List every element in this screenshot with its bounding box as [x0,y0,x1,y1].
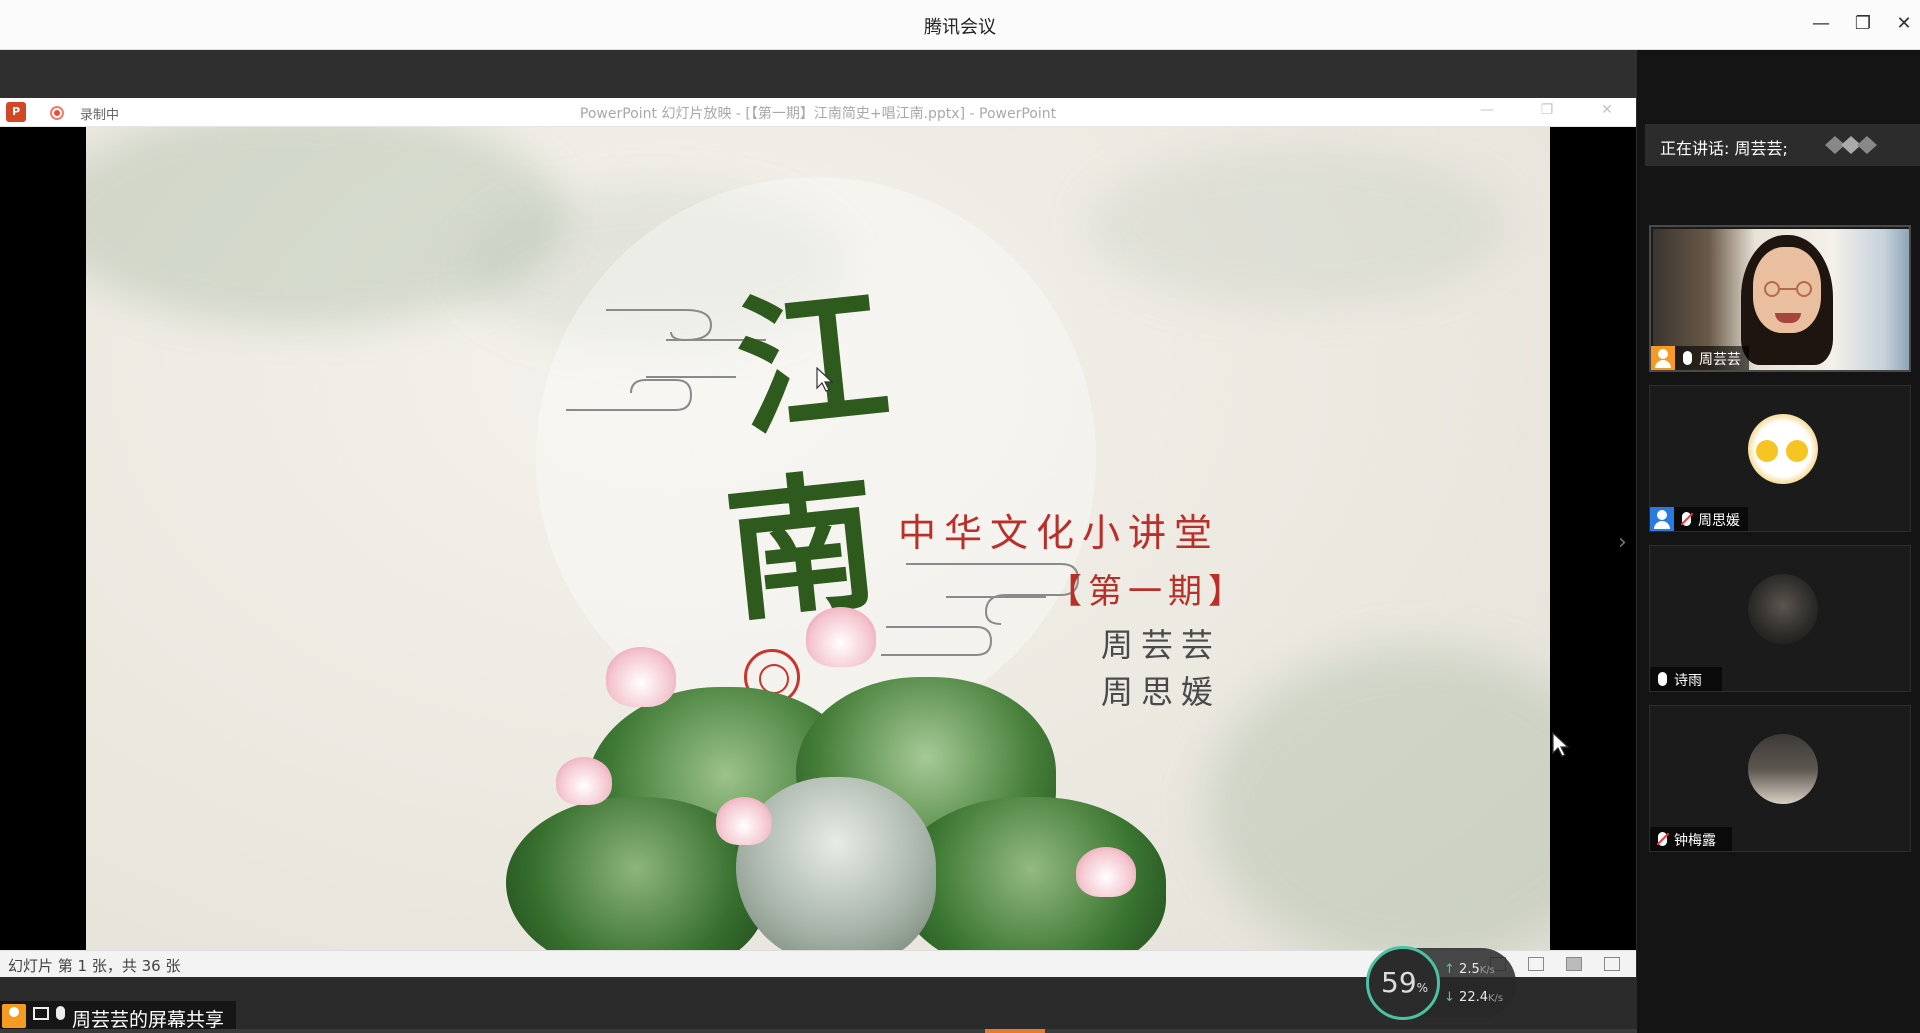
host-avatar-icon [2,1004,26,1028]
participant-tile[interactable]: 钟梅露 [1649,705,1911,852]
ppt-close-button[interactable]: ✕ [1594,102,1620,122]
participant-avatar [1748,574,1818,644]
microphone-icon [56,1006,65,1020]
microphone-muted-icon [1682,512,1691,526]
bottom-progress-strip [0,1029,1637,1033]
ppt-title-bar: P 录制中 PowerPoint 幻灯片放映 - [【第一期】江南简史+唱江南.… [0,98,1636,127]
network-percent: 59% [1381,966,1429,999]
microphone-icon [1658,672,1667,686]
slide-issue: 【第一期】 [1048,572,1248,612]
host-badge-icon [1651,346,1675,370]
microphone-muted-icon [1658,832,1667,846]
minimize-button[interactable]: — [1806,10,1836,38]
participant-label: 钟梅露 [1650,827,1732,851]
participant-label: 周思媛 [1650,507,1748,531]
screen-share-owner: 周芸芸的屏幕共享 [72,1009,225,1031]
participant-name: 诗雨 [1674,673,1702,689]
screen-share-label: 周芸芸的屏幕共享 [0,1001,236,1031]
participant-label: 诗雨 [1650,667,1722,691]
ppt-restore-button[interactable]: ❐ [1534,102,1560,122]
participant-avatar [1748,414,1818,484]
participant-tile[interactable]: 周芸芸 [1649,225,1911,372]
participant-panel [1637,50,1920,1033]
participant-name: 钟梅露 [1674,833,1716,849]
chevron-right-icon[interactable]: › [1618,530,1627,555]
lotus-illustration [466,607,1226,950]
slideshow-view-icon[interactable] [1604,957,1620,971]
upload-arrow-icon: ↑ [1444,962,1455,977]
mouse-cursor-icon [1552,732,1570,757]
share-top-padding [0,50,1637,98]
close-button[interactable]: ✕ [1889,10,1919,38]
slide-sorter-view-icon[interactable] [1528,957,1544,971]
microphone-icon [1683,351,1692,365]
slide-subtitle: 中华文化小讲堂 [898,511,1221,555]
mouse-cursor-icon [816,367,834,392]
participant-avatar [1748,734,1818,804]
download-rate: ↓ 22.4K/s [1444,990,1504,1005]
participant-tile[interactable]: 诗雨 [1649,545,1911,692]
ppt-minimize-button[interactable]: — [1474,102,1500,122]
speaking-text: 正在讲话: 周芸芸; [1660,139,1788,158]
title-bar: 腾讯会议 — ❐ ✕ [0,0,1920,50]
download-arrow-icon: ↓ [1444,990,1455,1005]
participant-name: 周芸芸 [1699,352,1741,368]
participant-label: 周芸芸 [1651,346,1749,370]
reading-view-icon[interactable] [1566,957,1582,971]
window-title: 腾讯会议 [924,17,996,38]
ppt-window-title: PowerPoint 幻灯片放映 - [【第一期】江南简史+唱江南.pptx] … [579,106,1057,122]
voice-wave-icon [1825,136,1877,154]
slide-counter: 幻灯片 第 1 张，共 36 张 [8,957,181,975]
participant-name: 周思媛 [1698,513,1740,529]
participant-tile[interactable]: 周思媛 [1649,385,1911,532]
slide[interactable]: 江 南 中华文化小讲堂 【第一期】 周芸芸 周思媛 [86,127,1550,950]
restore-button[interactable]: ❐ [1848,10,1878,38]
screen-share-icon [33,1007,49,1020]
speaking-indicator: 正在讲话: 周芸芸; [1645,124,1920,166]
cohost-badge-icon [1650,507,1674,531]
upload-rate: ↑ 2.5K/s [1444,962,1495,977]
